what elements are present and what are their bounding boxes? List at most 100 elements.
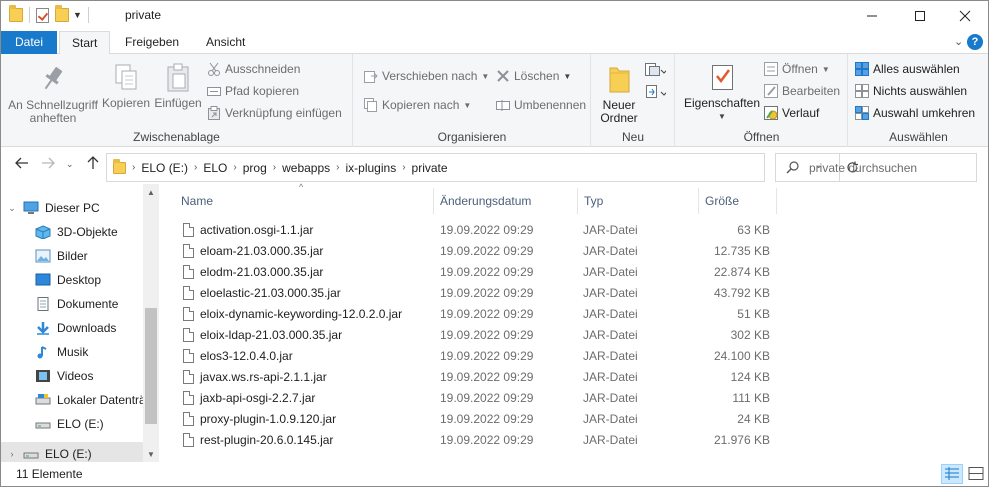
chevron-right-icon[interactable]: › [336, 162, 339, 173]
breadcrumb-elo-drive[interactable]: ELO (E:) [141, 161, 188, 175]
chevron-right-icon[interactable]: › [273, 162, 276, 173]
table-row[interactable]: elodm-21.03.000.35.jar 19.09.2022 09:29 JA… [175, 261, 775, 282]
explorer-window: ▼ private Datei Start Freigeben Ansicht … [0, 0, 989, 487]
chevron-right-icon[interactable]: › [194, 162, 197, 173]
breadcrumb-prog[interactable]: prog [243, 161, 267, 175]
column-header-type[interactable]: Typ [578, 188, 699, 214]
table-row[interactable]: jaxb-api-osgi-2.2.7.jar 19.09.2022 09:29 J… [175, 387, 775, 408]
table-row[interactable]: rest-plugin-20.6.0.145.jar 19.09.2022 09:… [175, 429, 775, 450]
breadcrumb-private[interactable]: private [412, 161, 448, 175]
tab-datei[interactable]: Datei [1, 31, 57, 54]
chevron-right-icon[interactable]: › [233, 162, 236, 173]
new-folder-button[interactable]: Neuer Ordner [594, 62, 644, 125]
move-to-button[interactable]: Verschieben nach ▼ [364, 69, 489, 83]
open-icon [764, 62, 778, 76]
close-button[interactable] [942, 1, 988, 31]
new-item-button[interactable] [644, 62, 666, 78]
copy-path-icon [207, 87, 221, 96]
history-button[interactable]: Verlauf [764, 106, 819, 120]
paste-shortcut-button[interactable]: Verknüpfung einfügen [207, 106, 342, 120]
tab-ansicht[interactable]: Ansicht [194, 31, 257, 54]
nav-item-videos[interactable]: Videos [1, 364, 143, 388]
up-button[interactable] [87, 156, 99, 174]
chevron-right-icon[interactable]: › [402, 162, 405, 173]
open-button[interactable]: Öffnen ▼ [764, 62, 830, 76]
invert-selection-button[interactable]: Auswahl umkehren [855, 106, 975, 120]
minimize-button[interactable] [849, 1, 895, 31]
nav-item-local-disk[interactable]: Lokaler Datenträ [1, 388, 143, 412]
file-date: 19.09.2022 09:29 [440, 264, 534, 279]
large-icons-view-button[interactable] [965, 464, 987, 484]
table-row[interactable]: eloix-dynamic-keywording-12.0.2.0.jar 19.… [175, 303, 775, 324]
help-icon[interactable]: ? [967, 34, 983, 50]
table-row[interactable]: eloix-ldap-21.03.000.35.jar 19.09.2022 09… [175, 324, 775, 345]
nav-item-elo-drive[interactable]: ELO (E:) [1, 412, 143, 436]
scrollbar-thumb[interactable] [145, 308, 157, 424]
table-row[interactable]: eloelastic-21.03.000.35.jar 19.09.2022 09… [175, 282, 775, 303]
new-item-icon [645, 63, 666, 76]
breadcrumb-elo[interactable]: ELO [203, 161, 227, 175]
scroll-up-icon[interactable]: ▲ [147, 188, 155, 197]
scroll-down-icon[interactable]: ▼ [147, 450, 155, 459]
properties-label: Eigenschaften [683, 96, 761, 110]
tab-start[interactable]: Start [59, 31, 111, 55]
easy-access-button[interactable] [644, 84, 666, 100]
table-row[interactable]: eloam-21.03.000.35.jar 19.09.2022 09:29 JA… [175, 240, 775, 261]
nav-item-pictures[interactable]: Bilder [1, 244, 143, 268]
chevron-down-icon[interactable]: ⌄ [1, 203, 23, 214]
breadcrumb-ix-plugins[interactable]: ix-plugins [346, 161, 397, 175]
properties-icon[interactable] [36, 7, 49, 23]
chevron-right-icon[interactable]: › [1, 449, 23, 459]
group-label-organize: Organisieren [437, 130, 507, 144]
delete-button[interactable]: Löschen ▼ [496, 69, 571, 83]
pictures-icon [35, 249, 51, 263]
address-bar[interactable]: › ELO (E:) › ELO › prog › webapps › ix-p… [106, 153, 858, 182]
nav-item-downloads[interactable]: Downloads [1, 316, 143, 340]
table-row[interactable]: activation.osgi-1.1.jar 19.09.2022 09:29 J… [175, 219, 775, 240]
table-row[interactable]: javax.ws.rs-api-2.1.1.jar 19.09.2022 09:2… [175, 366, 775, 387]
properties-button[interactable]: Eigenschaften ▼ [678, 62, 766, 123]
file-type: JAR-Datei [583, 264, 638, 279]
column-header-name[interactable]: Name [175, 188, 434, 214]
column-header-date[interactable]: Änderungsdatum [434, 188, 578, 214]
column-header-size[interactable]: Größe [699, 188, 777, 214]
back-button[interactable] [15, 156, 29, 173]
chevron-down-icon[interactable]: ▼ [73, 10, 82, 20]
nav-item-desktop[interactable]: Desktop [1, 268, 143, 292]
file-type: JAR-Datei [583, 306, 638, 321]
copy-button[interactable]: Kopieren [101, 62, 151, 110]
recent-locations-button[interactable]: ⌄ [66, 159, 74, 170]
nav-item-documents[interactable]: Dokumente [1, 292, 143, 316]
details-view-button[interactable] [941, 464, 963, 484]
table-row[interactable]: elos3-12.0.4.0.jar 19.09.2022 09:29 JAR-Da… [175, 345, 775, 366]
file-type: JAR-Datei [583, 390, 638, 405]
file-type: JAR-Datei [583, 327, 638, 342]
file-type: JAR-Datei [583, 348, 638, 363]
search-input[interactable]: private durchsuchen [775, 153, 977, 182]
select-all-button[interactable]: Alles auswählen [855, 62, 960, 76]
window-title: private [125, 8, 162, 22]
pin-quick-access-button[interactable]: An Schnellzugriff anheften [7, 64, 99, 125]
breadcrumb-webapps[interactable]: webapps [282, 161, 330, 175]
tab-freigeben[interactable]: Freigeben [113, 31, 191, 54]
table-row[interactable]: proxy-plugin-1.0.9.120.jar 19.09.2022 09:… [175, 408, 775, 429]
chevron-down-icon[interactable]: ⌄ [954, 35, 963, 48]
pin-label-line2: anheften [29, 111, 77, 125]
chevron-down-icon: ▼ [718, 112, 726, 121]
copy-path-button[interactable]: Pfad kopieren [207, 84, 299, 98]
new-folder-icon[interactable] [55, 5, 69, 22]
nav-item-music[interactable]: Musik [1, 340, 143, 364]
cut-button[interactable]: Ausschneiden [207, 62, 300, 76]
nav-item-this-pc[interactable]: ⌄ Dieser PC [1, 196, 143, 220]
nav-scrollbar[interactable]: ▲ ▼ [143, 184, 159, 462]
paste-button[interactable]: Einfügen [153, 62, 203, 110]
nav-item-3d-objects[interactable]: 3D-Objekte [1, 220, 143, 244]
edit-button[interactable]: Bearbeiten [764, 84, 840, 98]
select-none-button[interactable]: Nichts auswählen [855, 84, 967, 98]
maximize-button[interactable] [897, 1, 943, 31]
forward-button[interactable] [41, 156, 55, 173]
copy-to-button[interactable]: Kopieren nach ▼ [364, 98, 471, 112]
rename-button[interactable]: Umbenennen [496, 98, 586, 112]
group-organize: Verschieben nach ▼ Kopieren nach ▼ Lösch… [354, 54, 591, 147]
chevron-right-icon[interactable]: › [132, 162, 135, 173]
